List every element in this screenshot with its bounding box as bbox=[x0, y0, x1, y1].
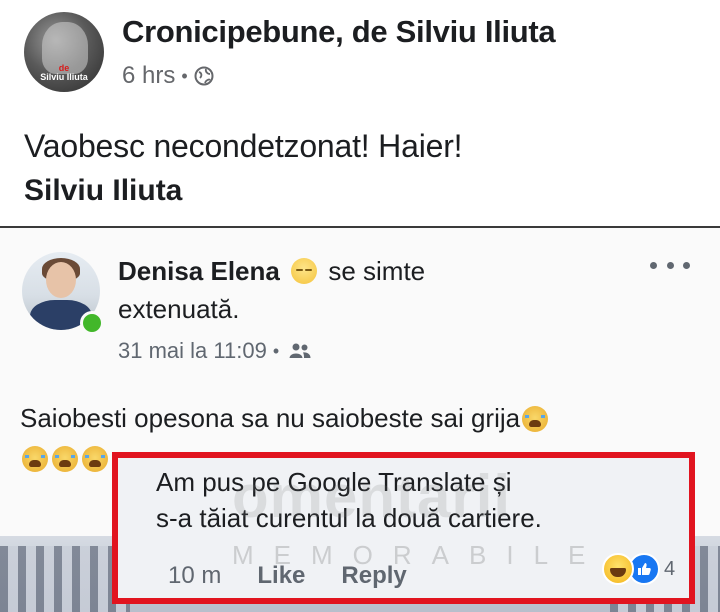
avatar-caption-name: Silviu Iliuta bbox=[40, 72, 88, 82]
post-header: de Silviu Iliuta Cronicipebune, de Silvi… bbox=[0, 0, 720, 110]
crying-face-icon bbox=[82, 446, 108, 472]
page-avatar[interactable]: de Silviu Iliuta bbox=[24, 12, 104, 92]
friends-icon bbox=[289, 343, 311, 358]
globe-icon bbox=[194, 66, 214, 86]
fence-left bbox=[0, 546, 130, 612]
reaction-count: 4 bbox=[664, 557, 676, 580]
reaction-summary[interactable]: 4 bbox=[602, 553, 675, 585]
feeling-value: extenuată. bbox=[118, 294, 240, 324]
comment-timestamp[interactable]: 10 m bbox=[168, 562, 221, 590]
comment-line-1: Am pus pe Google Translate și bbox=[156, 467, 512, 497]
crying-face-icon bbox=[52, 446, 78, 472]
shared-meta-separator: • bbox=[272, 340, 280, 361]
crying-face-icon bbox=[522, 406, 549, 432]
comment-actions: 10 m Like Reply bbox=[168, 562, 443, 590]
thumbs-up-icon bbox=[638, 563, 651, 575]
page-name[interactable]: Cronicipebune, de Silviu Iliuta bbox=[122, 14, 556, 50]
comment-line-2: s-a tăiat curentul la două cartiere. bbox=[156, 503, 542, 533]
meta-separator: • bbox=[181, 65, 188, 86]
post-text: Vaobesc necondetzonat! Haier! bbox=[24, 128, 463, 164]
comment-bubble: Am pus pe Google Translate și s-a tăiat … bbox=[156, 464, 686, 560]
emoji-row bbox=[20, 446, 108, 472]
highlighted-comment: Am pus pe Google Translate și s-a tăiat … bbox=[112, 452, 695, 604]
post-author: Silviu Iliuta bbox=[24, 174, 183, 207]
post-timestamp[interactable]: 6 hrs bbox=[122, 62, 175, 90]
shared-user-line: Denisa Elena se simte bbox=[118, 256, 425, 287]
shared-post-text: Saiobesti opesona sa nu saiobeste sai gr… bbox=[20, 400, 710, 436]
relieved-face-icon bbox=[291, 258, 318, 284]
like-button[interactable]: Like bbox=[257, 562, 305, 590]
reply-button[interactable]: Reply bbox=[341, 562, 406, 590]
post-meta: 6 hrs • bbox=[122, 62, 214, 90]
haha-reaction-icon bbox=[602, 553, 634, 585]
online-status-icon bbox=[80, 311, 104, 335]
shared-user-name[interactable]: Denisa Elena bbox=[118, 256, 280, 286]
shared-timestamp[interactable]: 31 mai la 11:09 bbox=[118, 338, 267, 364]
feeling-prefix: se simte bbox=[328, 256, 426, 286]
crying-face-icon bbox=[22, 446, 48, 472]
shared-meta: 31 mai la 11:09 • bbox=[118, 338, 311, 364]
shared-post-text-content: Saiobesti opesona sa nu saiobeste sai gr… bbox=[20, 403, 521, 433]
more-options-icon[interactable] bbox=[650, 258, 690, 272]
avatar-head bbox=[46, 262, 76, 298]
avatar-caption: de Silviu Iliuta bbox=[24, 64, 104, 82]
